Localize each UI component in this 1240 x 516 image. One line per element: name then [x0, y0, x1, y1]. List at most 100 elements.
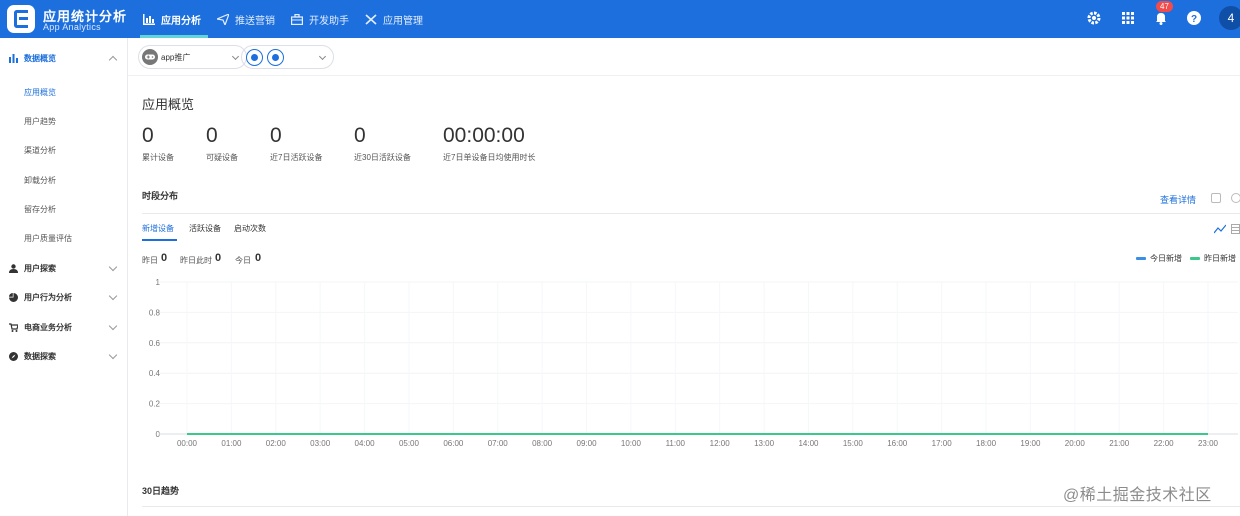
x-tick-label: 16:00	[887, 439, 908, 448]
nav-label: 推送营销	[235, 15, 275, 27]
x-tick-label: 05:00	[399, 439, 420, 448]
x-tick-label: 01:00	[221, 439, 242, 448]
chevron-up-icon	[108, 55, 118, 65]
chevron-down-icon	[231, 52, 240, 61]
section-divider	[142, 213, 1240, 214]
kpi-value: 00:00:00	[443, 124, 525, 147]
x-tick-label: 02:00	[266, 439, 287, 448]
avatar[interactable]: 4	[1219, 6, 1240, 30]
nav-label: 应用分析	[161, 15, 201, 27]
x-tick-label: 18:00	[976, 439, 997, 448]
legend-item[interactable]: 昨日新增	[1190, 253, 1236, 264]
tab-new-devices[interactable]: 新增设备	[142, 223, 174, 234]
pie-chart-icon	[9, 292, 18, 302]
x-tick-label: 09:00	[577, 439, 598, 448]
x-tick-label: 13:00	[754, 439, 775, 448]
x-tick-label: 19:00	[1020, 439, 1041, 448]
chevron-down-icon	[318, 52, 327, 61]
kpi-value: 0	[354, 124, 366, 147]
gear-icon[interactable]	[1086, 10, 1102, 26]
stat-label: 昨日此时	[180, 256, 212, 265]
nav-label: 开发助手	[309, 15, 349, 27]
table-icon[interactable]	[1231, 224, 1240, 234]
x-tick-label: 11:00	[666, 439, 686, 448]
svg-text:?: ?	[1191, 14, 1197, 25]
sidebar-item-user-quality[interactable]: 用户质量评估	[0, 227, 128, 249]
sidebar-group-data-explore[interactable]: 数据探索	[0, 344, 128, 368]
x-tick-label: 06:00	[443, 439, 464, 448]
app-subtitle: App Analytics	[43, 22, 101, 32]
app-logo[interactable]	[7, 5, 35, 33]
nav-dev-assistant[interactable]: 开发助手	[288, 0, 362, 38]
notification-badge: 47	[1156, 1, 1173, 12]
page-title: 应用概览	[142, 97, 195, 112]
paper-plane-icon	[217, 13, 229, 25]
sidebar-group-label: 用户探索	[24, 263, 56, 273]
apps-grid-icon[interactable]	[1120, 10, 1136, 26]
bar-chart-icon	[143, 13, 155, 25]
view-details-link[interactable]: 查看详情	[1160, 193, 1196, 206]
x-tick-label: 14:00	[798, 439, 819, 448]
sidebar-group-data-overview[interactable]: 数据概览	[0, 46, 128, 70]
sidebar-item-retention-analysis[interactable]: 留存分析	[0, 198, 128, 220]
help-circle-icon[interactable]	[1231, 193, 1240, 203]
android-icon[interactable]	[246, 49, 263, 66]
selector-bar: app推广	[128, 38, 1240, 76]
platform-selector[interactable]	[241, 45, 334, 69]
sidebar-group-label: 电商业务分析	[24, 322, 72, 332]
bell-icon[interactable]	[1153, 10, 1169, 26]
sidebar-group-ecommerce[interactable]: 电商业务分析	[0, 315, 128, 339]
x-tick-label: 10:00	[621, 439, 642, 448]
kpi-label: 近7日单设备日均使用时长	[443, 153, 536, 162]
apple-icon[interactable]	[267, 49, 284, 66]
kpi-label: 近30日活跃设备	[354, 153, 411, 162]
y-tick-label: 0.2	[149, 400, 161, 409]
legend-label: 今日新增	[1150, 254, 1182, 263]
top-nav: 应用分析 推送营销 开发助手 应用管理	[140, 0, 436, 38]
tab-active-devices[interactable]: 活跃设备	[189, 223, 221, 234]
app-selector[interactable]: app推广	[138, 45, 247, 69]
stat-value: 0	[255, 252, 262, 264]
x-tick-label: 22:00	[1154, 439, 1175, 448]
section-title-time-distribution: 时段分布	[142, 191, 179, 201]
x-tick-label: 21:00	[1109, 439, 1130, 448]
legend-item[interactable]: 今日新增	[1136, 253, 1182, 264]
chevron-down-icon	[108, 262, 118, 272]
sidebar-group-user-explore[interactable]: 用户探索	[0, 256, 128, 280]
section-divider	[142, 506, 1240, 507]
chevron-down-icon	[108, 350, 118, 360]
x-tick-label: 23:00	[1198, 439, 1219, 448]
nav-app-analysis[interactable]: 应用分析	[140, 0, 214, 38]
kpi-label: 可疑设备	[206, 153, 238, 162]
sidebar-group-label: 数据概览	[24, 53, 56, 63]
y-tick-label: 0.4	[149, 369, 161, 378]
tab-launch-count[interactable]: 启动次数	[234, 223, 266, 234]
cart-icon	[9, 322, 18, 332]
gamepad-icon	[142, 49, 158, 65]
sidebar-item-channel-analysis[interactable]: 渠道分析	[0, 139, 128, 161]
x-tick-label: 08:00	[532, 439, 553, 448]
top-bar: 应用统计分析 App Analytics 应用分析 推送营销 开发助手 应用管理…	[0, 0, 1240, 38]
nav-app-management[interactable]: 应用管理	[362, 0, 436, 38]
nav-push-marketing[interactable]: 推送营销	[214, 0, 288, 38]
y-tick-label: 1	[156, 278, 161, 287]
sidebar: 数据概览 应用概览 用户趋势 渠道分析 卸载分析 留存分析 用户质量评估 用户探…	[0, 38, 128, 516]
download-icon[interactable]	[1211, 193, 1221, 203]
stat-value: 0	[161, 252, 168, 264]
line-chart-icon[interactable]	[1214, 224, 1226, 234]
stat-label: 昨日	[142, 256, 158, 265]
help-icon[interactable]: ?	[1186, 10, 1202, 26]
sidebar-item-user-trend[interactable]: 用户趋势	[0, 110, 128, 132]
kpi-value: 0	[270, 124, 282, 147]
nav-label: 应用管理	[383, 15, 423, 27]
section-title-30-day-trend: 30日趋势	[142, 486, 180, 496]
sidebar-item-uninstall-analysis[interactable]: 卸载分析	[0, 169, 128, 191]
kpi-label: 近7日活跃设备	[270, 153, 323, 162]
sidebar-item-app-overview[interactable]: 应用概览	[0, 81, 128, 103]
legend-swatch	[1136, 257, 1146, 260]
x-tick-label: 04:00	[355, 439, 376, 448]
legend-swatch	[1190, 257, 1200, 260]
toolbox-icon	[291, 13, 303, 25]
chevron-down-icon	[108, 291, 118, 301]
sidebar-group-user-behavior[interactable]: 用户行为分析	[0, 285, 128, 309]
